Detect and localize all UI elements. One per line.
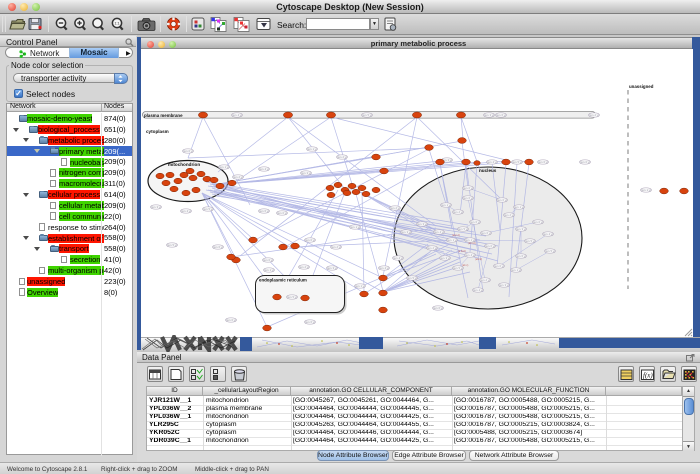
svg-text:(xxx 5 y): (xxx 5 y) — [287, 295, 297, 299]
svg-text:(xxx 1 y): (xxx 1 y) — [511, 268, 521, 272]
svg-text:(xxx 0 y): (xxx 0 y) — [183, 149, 193, 153]
svg-text:(xxx 1 y): (xxx 1 y) — [441, 203, 451, 207]
svg-text:(xxx 6 y): (xxx 6 y) — [516, 254, 526, 258]
svg-text:(xxx 5 y): (xxx 5 y) — [545, 249, 555, 253]
svg-text:(xxx 2 y): (xxx 2 y) — [427, 246, 437, 250]
svg-text:(xxx 6 y): (xxx 6 y) — [470, 220, 480, 224]
svg-text:(xxx 3 y): (xxx 3 y) — [499, 283, 509, 287]
svg-text:(xxx 4 y): (xxx 4 y) — [487, 160, 497, 164]
svg-text:cytoplasm: cytoplasm — [146, 129, 169, 134]
svg-text:(xxx 5 y): (xxx 5 y) — [458, 227, 468, 231]
svg-text:(xxx 1 y): (xxx 1 y) — [447, 238, 457, 242]
svg-text:(xxx 2 y): (xxx 2 y) — [331, 245, 341, 249]
svg-text:(xxx 3 y): (xxx 3 y) — [440, 256, 450, 260]
svg-text:plasma membrane: plasma membrane — [144, 113, 183, 118]
svg-text:(xxx 3 y): (xxx 3 y) — [151, 205, 161, 209]
svg-text:(xxx 5 y): (xxx 5 y) — [453, 266, 463, 270]
svg-text:(xxx 6 y): (xxx 6 y) — [433, 306, 443, 310]
svg-text:(xxx 2 y): (xxx 2 y) — [504, 213, 514, 217]
svg-text:(xxx 2 y): (xxx 2 y) — [390, 206, 400, 210]
svg-text:(xxx 0 y): (xxx 0 y) — [263, 258, 273, 262]
svg-text:(xxx 2 y): (xxx 2 y) — [233, 175, 243, 179]
svg-text:(xxx 0 y): (xxx 0 y) — [494, 264, 504, 268]
svg-text:(xxx 3 y): (xxx 3 y) — [417, 222, 427, 226]
svg-text:(xxx 1 y): (xxx 1 y) — [264, 268, 274, 272]
svg-text:(xxx 4 y): (xxx 4 y) — [434, 230, 444, 234]
svg-text:(xxx 4 y): (xxx 4 y) — [543, 232, 553, 236]
svg-text:(xxx 0 y): (xxx 0 y) — [277, 211, 287, 215]
svg-text:f(x): f(x) — [643, 372, 653, 380]
svg-text:(xxx 1 y): (xxx 1 y) — [355, 284, 365, 288]
svg-text:(xxx 6 y): (xxx 6 y) — [481, 231, 491, 235]
svg-text:(xxx 5 y): (xxx 5 y) — [362, 113, 372, 117]
svg-text:(xxx 1 y): (xxx 1 y) — [350, 225, 360, 229]
svg-text:(xxx 4 y): (xxx 4 y) — [181, 209, 191, 213]
svg-text:(xxx 6 y): (xxx 6 y) — [259, 209, 269, 213]
svg-text:(xxx 3 y): (xxx 3 y) — [301, 171, 311, 175]
svg-text:(xxx 2 y): (xxx 2 y) — [337, 155, 347, 159]
svg-text:(abc d): (abc d) — [452, 234, 460, 237]
svg-text:(xxx 1 y): (xxx 1 y) — [465, 238, 475, 242]
svg-text:(xxx 0 y): (xxx 0 y) — [533, 220, 543, 224]
svg-text:(xxx 4 y): (xxx 4 y) — [473, 288, 483, 292]
svg-text:1:1: 1:1 — [115, 22, 120, 26]
svg-text:(xxx 6 y): (xxx 6 y) — [463, 196, 473, 200]
svg-text:(xxx 5 y): (xxx 5 y) — [512, 160, 522, 164]
svg-text:(xxx 4 y): (xxx 4 y) — [379, 266, 389, 270]
svg-text:(xxx 4 y): (xxx 4 y) — [465, 253, 475, 257]
svg-text:(xxx 0 y): (xxx 0 y) — [580, 160, 590, 164]
svg-text:(xxx 0 y): (xxx 0 y) — [226, 318, 236, 322]
svg-text:(xxx 3 y): (xxx 3 y) — [516, 227, 526, 231]
svg-text:(xxx 1 y): (xxx 1 y) — [219, 165, 229, 169]
svg-text:nucleus: nucleus — [479, 168, 497, 173]
svg-text:(xxx 0 y): (xxx 0 y) — [497, 198, 507, 202]
svg-text:(xxx 5 y): (xxx 5 y) — [407, 276, 417, 280]
svg-text:(xxx 1 y): (xxx 1 y) — [307, 147, 317, 151]
svg-text:(xxx 2 y): (xxx 2 y) — [453, 210, 463, 214]
svg-text:(xxx 2 y): (xxx 2 y) — [480, 278, 490, 282]
svg-text:(xxx 6 y): (xxx 6 y) — [305, 320, 315, 324]
svg-text:(a bcd): (a bcd) — [458, 250, 466, 253]
svg-text:(xxx 0 y): (xxx 0 y) — [463, 186, 473, 190]
svg-text:(xxx 1 y): (xxx 1 y) — [641, 188, 651, 192]
svg-text:(xxx 3 y): (xxx 3 y) — [327, 266, 337, 270]
svg-text:(xxx 4 y): (xxx 4 y) — [259, 167, 269, 171]
svg-text:(xxx 5 y): (xxx 5 y) — [203, 207, 213, 211]
svg-text:(xxx 6 y): (xxx 6 y) — [213, 245, 223, 249]
svg-text:(xxx 6 y): (xxx 6 y) — [538, 160, 548, 164]
svg-text:(xxx 0 y): (xxx 0 y) — [485, 244, 495, 248]
svg-text:(xxx 6 y): (xxx 6 y) — [496, 113, 506, 117]
svg-text:(xxx 3 y): (xxx 3 y) — [484, 113, 494, 117]
svg-text:(xxx 1 y): (xxx 1 y) — [514, 205, 524, 209]
svg-text:(xxx 4 y): (xxx 4 y) — [232, 113, 242, 117]
svg-text:(xxx 5 y): (xxx 5 y) — [167, 243, 177, 247]
svg-text:(abcd): (abcd) — [475, 258, 482, 261]
svg-text:(xxx 2 y): (xxx 2 y) — [589, 113, 599, 117]
svg-text:(xxx 5 y): (xxx 5 y) — [525, 239, 535, 243]
svg-text:unassigned: unassigned — [629, 84, 654, 89]
svg-text:(xxx 0 y): (xxx 0 y) — [305, 238, 315, 242]
svg-text:mitochondrion: mitochondrion — [168, 162, 200, 167]
svg-text:(xxx 3 y): (xxx 3 y) — [401, 230, 411, 234]
svg-text:(xxx 4 y): (xxx 4 y) — [393, 256, 403, 260]
svg-text:(xxx 2 y): (xxx 2 y) — [299, 265, 309, 269]
svg-text:endoplasmic reticulum: endoplasmic reticulum — [259, 278, 307, 283]
